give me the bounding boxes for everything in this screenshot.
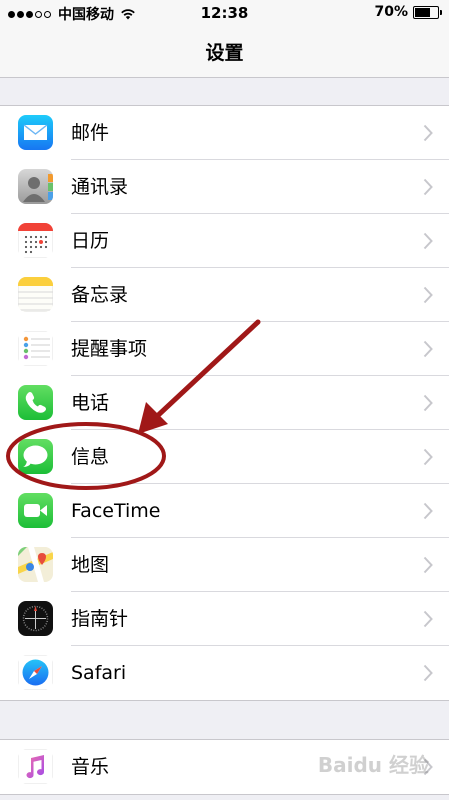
battery-percent: 70% <box>374 4 408 20</box>
settings-group-apps: 邮件 通讯录 日历 备忘录 提醒事项 电话 信息 FaceTime 地图 指南针… <box>0 105 449 701</box>
status-bar: 中国移动 12:38 70% <box>0 0 449 26</box>
settings-row-label: 地图 <box>71 554 110 576</box>
calendar-icon <box>18 223 53 258</box>
watermark: Baidu 经验 <box>317 753 429 777</box>
phone-icon <box>18 385 53 420</box>
chevron-right-icon <box>423 232 433 250</box>
chevron-right-icon <box>423 448 433 466</box>
settings-row-label: 邮件 <box>71 122 110 144</box>
chevron-right-icon <box>423 610 433 628</box>
settings-row-contacts[interactable]: 通讯录 <box>0 160 449 214</box>
chevron-right-icon <box>423 664 433 682</box>
settings-row-calendar[interactable]: 日历 <box>0 214 449 268</box>
chevron-right-icon <box>423 394 433 412</box>
chevron-right-icon <box>423 178 433 196</box>
settings-row-label: 通讯录 <box>71 176 129 198</box>
settings-row-label: FaceTime <box>71 500 161 522</box>
battery-status: 70% <box>374 4 442 20</box>
settings-row-label: 备忘录 <box>71 284 129 306</box>
navigation-bar: 设置 <box>0 26 449 78</box>
facetime-icon <box>18 493 53 528</box>
settings-row-mail[interactable]: 邮件 <box>0 106 449 160</box>
mail-icon <box>18 115 53 150</box>
settings-row-label: 指南针 <box>71 608 129 630</box>
compass-icon <box>18 601 53 636</box>
settings-row-phone[interactable]: 电话 <box>0 376 449 430</box>
settings-row-maps[interactable]: 地图 <box>0 538 449 592</box>
settings-row-label: 信息 <box>71 446 110 468</box>
battery-icon <box>413 5 442 19</box>
reminders-icon <box>18 331 53 366</box>
page-title: 设置 <box>205 42 244 64</box>
settings-row-safari[interactable]: Safari <box>0 646 449 700</box>
messages-icon <box>18 439 53 474</box>
settings-row-label: 提醒事项 <box>71 338 148 360</box>
settings-row-messages[interactable]: 信息 <box>0 430 449 484</box>
settings-row-label: 电话 <box>71 392 110 414</box>
chevron-right-icon <box>423 124 433 142</box>
maps-icon <box>18 547 53 582</box>
chevron-right-icon <box>423 286 433 304</box>
settings-row-label: Safari <box>71 662 127 684</box>
chevron-right-icon <box>423 556 433 574</box>
notes-icon <box>18 277 53 312</box>
settings-row-facetime[interactable]: FaceTime <box>0 484 449 538</box>
settings-row-notes[interactable]: 备忘录 <box>0 268 449 322</box>
contacts-icon <box>18 169 53 204</box>
safari-icon <box>18 655 53 690</box>
settings-row-reminders[interactable]: 提醒事项 <box>0 322 449 376</box>
chevron-right-icon <box>423 502 433 520</box>
chevron-right-icon <box>423 340 433 358</box>
settings-row-label: 音乐 <box>71 756 110 778</box>
settings-row-compass[interactable]: 指南针 <box>0 592 449 646</box>
settings-row-label: 日历 <box>71 230 110 252</box>
music-icon <box>18 749 53 784</box>
